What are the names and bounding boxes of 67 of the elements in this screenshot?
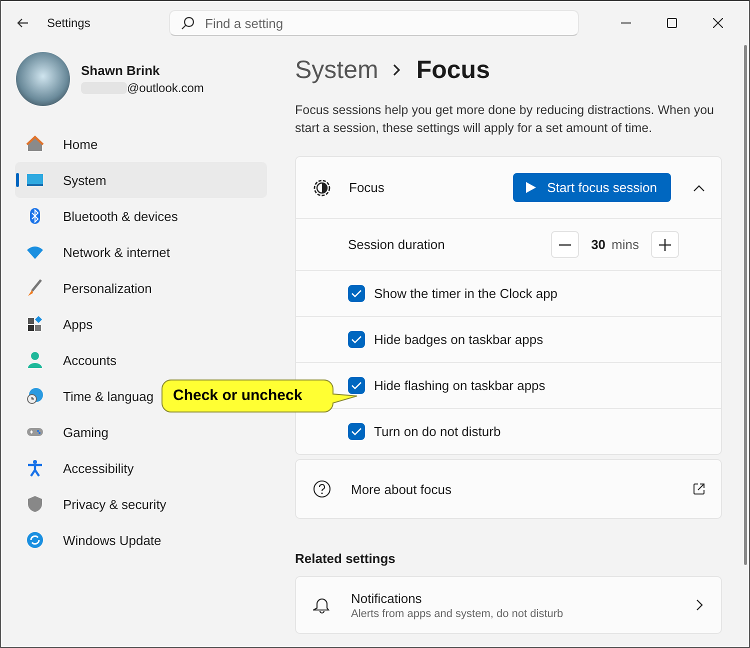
external-link-icon (693, 483, 705, 495)
minus-icon (559, 244, 572, 246)
bell-icon (313, 596, 331, 614)
sidebar-item[interactable]: Accessibility (15, 450, 267, 486)
checkmark-icon (351, 289, 362, 298)
back-arrow-icon[interactable] (17, 18, 29, 28)
shield-icon (26, 495, 44, 513)
search-field[interactable]: Find a setting (169, 10, 579, 36)
start-focus-button[interactable]: Start focus session (513, 173, 671, 202)
sidebar-item[interactable]: Network & internet (15, 234, 267, 270)
checkmark-icon (351, 335, 362, 344)
related-setting-item[interactable]: Notifications Alerts from apps and system, do not disturb (295, 576, 722, 634)
avatar-placeholder (16, 52, 70, 106)
account-email: @outlook.com (127, 81, 204, 95)
duration-value: 30 (591, 237, 606, 252)
chevron-up-icon[interactable] (693, 184, 705, 192)
more-about-focus-link[interactable]: More about focus (295, 459, 722, 519)
close-icon[interactable] (713, 18, 723, 28)
section-heading: Related settings (295, 551, 396, 566)
option-label: Hide badges on taskbar apps (374, 332, 544, 347)
apps-icon (26, 315, 44, 333)
option-label: Show the timer in the Clock app (374, 286, 558, 301)
option-label: Turn on do not disturb (374, 424, 501, 439)
plus-icon (659, 238, 671, 250)
checkmark-icon (351, 381, 362, 390)
update-icon (26, 531, 44, 549)
sidebar-item[interactable]: System (15, 162, 267, 198)
checkbox[interactable] (348, 377, 365, 394)
sidebar-item[interactable]: Windows Update (15, 522, 267, 558)
duration-unit: mins (612, 237, 639, 252)
checkbox[interactable] (348, 423, 365, 440)
focus-icon (313, 178, 331, 196)
accessibility-icon (26, 459, 44, 477)
focus-title: Focus (349, 180, 386, 195)
sidebar-item[interactable]: Gaming (15, 414, 267, 450)
chevron-right-icon (696, 599, 703, 611)
clock-globe-icon (26, 387, 44, 405)
checkmark-icon (351, 427, 362, 436)
setting-subtitle: Alerts from apps and system, do not disturb (351, 608, 564, 620)
sidebar-item[interactable]: Accounts (15, 342, 267, 378)
breadcrumb-parent[interactable]: System (295, 56, 378, 84)
description-text: Focus sessions help you get more done by reducing distractions. When you start a session, these settings will apply for a set amount of time. (295, 102, 715, 137)
sidebar-item[interactable]: Personalization (15, 270, 267, 306)
scrollbar[interactable] (744, 45, 747, 565)
page-title: Focus (416, 56, 490, 84)
duration-label: Session duration (348, 237, 445, 252)
help-icon (313, 480, 331, 498)
account-name: Shawn Brink (81, 63, 161, 78)
sidebar-item[interactable]: Bluetooth & devices (15, 198, 267, 234)
option-label: Hide flashing on taskbar apps (374, 378, 546, 393)
monitor-icon (26, 171, 44, 189)
setting-title: Notifications (351, 590, 423, 606)
brush-icon (26, 279, 44, 297)
selection-indicator (16, 173, 19, 187)
maximize-icon[interactable] (667, 18, 677, 28)
callout-text: Check or uncheck (173, 387, 302, 404)
house-icon (26, 135, 44, 153)
chevron-right-icon (392, 63, 402, 77)
checkbox[interactable] (348, 285, 365, 302)
sidebar-item[interactable]: Apps (15, 306, 267, 342)
increase-button[interactable] (651, 231, 679, 258)
sidebar-item[interactable]: Home (15, 126, 267, 162)
play-icon (525, 181, 538, 194)
checkbox[interactable] (348, 331, 365, 348)
person-icon (26, 351, 44, 369)
window-title: Settings (47, 16, 90, 30)
sidebar-item[interactable]: Privacy & security (15, 486, 267, 522)
